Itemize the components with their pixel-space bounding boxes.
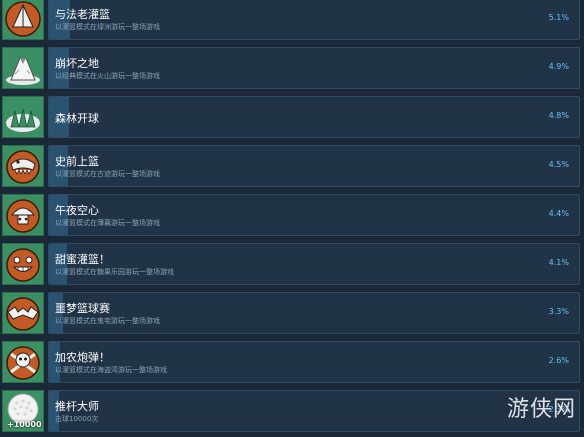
achievement-row[interactable]: 午夜空心 以灌篮模式在薄暮游玩一整场游戏 4.4% — [0, 194, 584, 240]
achievement-description: 以经典模式在火山游玩一整场游戏 — [55, 72, 160, 80]
unlock-percent: 4.5% — [548, 160, 569, 169]
achievement-row[interactable]: 甜蜜灌篮！ 以灌篮模式在糖果乐园游玩一整场游戏 4.1% — [0, 243, 584, 289]
achievement-description: 以灌篮模式在糖果乐园游玩一整场游戏 — [55, 268, 174, 276]
achievement-card: 午夜空心 以灌篮模式在薄暮游玩一整场游戏 4.4% — [48, 194, 580, 236]
smiling-basketball-icon — [2, 243, 44, 285]
volcano-icon — [2, 47, 44, 89]
mushroom-basketball-icon — [2, 194, 44, 236]
achievement-card: 森林开球 4.8% — [48, 96, 580, 138]
count-badge: +10000 — [7, 420, 42, 429]
achievement-list: 与法老灌篮 以灌篮模式在绿洲游玩一整场游戏 5.1% 崩坏之地 以经典模式在火山… — [0, 0, 584, 437]
achievement-card: 加农炮弹！ 以灌篮模式在海盗湾游玩一整场游戏 2.6% — [48, 341, 580, 383]
achievement-title: 甜蜜灌篮！ — [55, 253, 110, 266]
achievement-card: 与法老灌篮 以灌篮模式在绿洲游玩一整场游戏 5.1% — [48, 0, 580, 40]
achievement-title: 噩梦篮球赛 — [55, 302, 110, 315]
achievement-row[interactable]: 森林开球 4.8% — [0, 96, 584, 142]
achievement-title: 森林开球 — [55, 112, 99, 125]
achievement-card: 推杆大师 击球10000次 2.3% — [48, 390, 580, 432]
unlock-percent: 4.8% — [548, 111, 569, 120]
achievement-title: 崩坏之地 — [55, 57, 99, 70]
achievement-card: 噩梦篮球赛 以灌篮模式在鬼宅游玩一整场游戏 3.3% — [48, 292, 580, 334]
unlock-percent: 5.1% — [548, 13, 569, 22]
golf-ball-icon: +10000 — [2, 390, 44, 432]
skull-crossbones-basketball-icon — [2, 341, 44, 383]
unlock-percent: 4.4% — [548, 209, 569, 218]
achievement-row[interactable]: 与法老灌篮 以灌篮模式在绿洲游玩一整场游戏 5.1% — [0, 0, 584, 44]
achievement-description: 以灌篮模式在薄暮游玩一整场游戏 — [55, 219, 160, 227]
unlock-percent: 4.9% — [548, 62, 569, 71]
achievement-description: 以灌篮模式在古迹游玩一整场游戏 — [55, 170, 160, 178]
achievement-card: 甜蜜灌篮！ 以灌篮模式在糖果乐园游玩一整场游戏 4.1% — [48, 243, 580, 285]
achievement-card: 崩坏之地 以经典模式在火山游玩一整场游戏 4.9% — [48, 47, 580, 89]
dinosaur-basketball-icon — [2, 145, 44, 187]
achievement-row[interactable]: 加农炮弹！ 以灌篮模式在海盗湾游玩一整场游戏 2.6% — [0, 341, 584, 387]
achievement-description: 击球10000次 — [55, 415, 99, 423]
achievement-row[interactable]: 噩梦篮球赛 以灌篮模式在鬼宅游玩一整场游戏 3.3% — [0, 292, 584, 338]
unlock-percent: 2.6% — [548, 356, 569, 365]
achievement-row[interactable]: 崩坏之地 以经典模式在火山游玩一整场游戏 4.9% — [0, 47, 584, 93]
achievement-row[interactable]: 史前上篮 以灌篮模式在古迹游玩一整场游戏 4.5% — [0, 145, 584, 191]
site-watermark: 游侠网 — [506, 397, 576, 422]
achievement-title: 推杆大师 — [55, 400, 99, 413]
achievement-title: 加农炮弹！ — [55, 351, 110, 364]
achievement-card: 史前上篮 以灌篮模式在古迹游玩一整场游戏 4.5% — [48, 145, 580, 187]
achievement-row[interactable]: +10000 推杆大师 击球10000次 2.3% — [0, 390, 584, 436]
achievement-description: 以灌篮模式在海盗湾游玩一整场游戏 — [55, 366, 167, 374]
achievement-title: 与法老灌篮 — [55, 8, 110, 21]
unlock-percent: 3.3% — [548, 307, 569, 316]
achievement-title: 午夜空心 — [55, 204, 99, 217]
basketball-tent-icon — [2, 0, 44, 40]
achievement-title: 史前上篮 — [55, 155, 99, 168]
achievement-description: 以灌篮模式在绿洲游玩一整场游戏 — [55, 23, 160, 31]
achievement-description: 以灌篮模式在鬼宅游玩一整场游戏 — [55, 317, 160, 325]
bat-basketball-icon — [2, 292, 44, 334]
forest-icon — [2, 96, 44, 138]
unlock-percent: 4.1% — [548, 258, 569, 267]
